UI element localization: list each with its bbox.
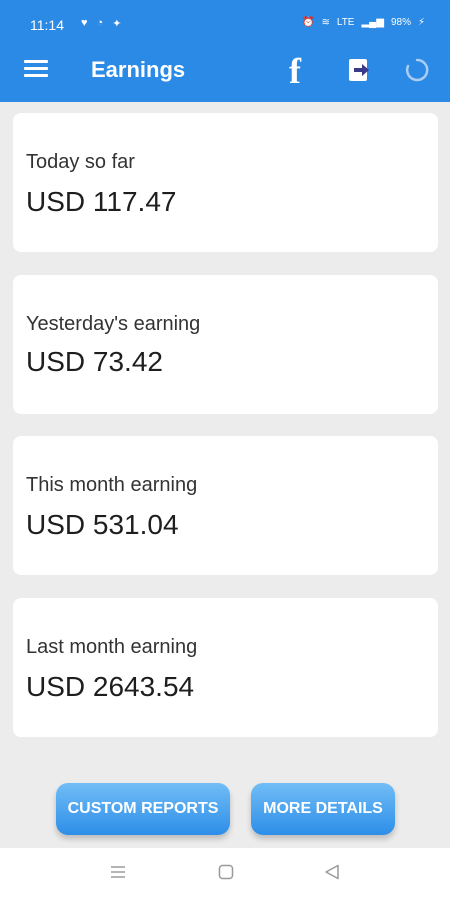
card-label: Today so far: [26, 151, 135, 173]
lte-icon: LTE: [336, 17, 355, 28]
today-card: Today so far USD 117.47: [13, 113, 438, 252]
recent-apps-icon[interactable]: [110, 864, 126, 880]
card-value: USD 117.47: [26, 186, 177, 217]
charging-icon: ⚡: [417, 17, 425, 28]
card-value: USD 73.42: [26, 346, 163, 377]
more-details-button[interactable]: MORE DETAILS: [251, 783, 395, 835]
page-title: Earnings: [91, 57, 186, 82]
card-value: USD 2643.54: [26, 671, 195, 702]
last-month-card: Last month earning USD 2643.54: [13, 598, 438, 737]
card-value: USD 531.04: [26, 509, 179, 540]
app-notification-icon: ◔: [96, 17, 104, 29]
back-icon[interactable]: [324, 864, 340, 880]
system-icons: ⏰ ≋ LTE ▂▄▆ 98% ⚡: [302, 17, 425, 28]
status-bar: 11:14 ♥ ◔ ✦ ⏰ ≋ LTE ▂▄▆ 98% ⚡: [0, 0, 450, 38]
wifi-icon: ≋: [321, 17, 330, 28]
home-icon[interactable]: [218, 864, 234, 880]
custom-reports-button[interactable]: CUSTOM REPORTS: [56, 783, 230, 835]
notification-icons: ♥ ◔ ✦: [81, 17, 121, 30]
alarm-icon: ⏰: [302, 17, 315, 28]
card-label: This month earning: [26, 474, 198, 496]
battery-percent: 98%: [390, 17, 411, 28]
card-label: Yesterday's earning: [26, 313, 201, 335]
system-nav-bar: [0, 848, 450, 900]
status-time: 11:14: [30, 17, 64, 33]
app-bar: Earnings f: [0, 38, 450, 102]
signal-icon: ▂▄▆: [361, 17, 384, 28]
yesterday-card: Yesterday's earning USD 73.42: [13, 275, 438, 414]
heart-notification-icon: ♥: [81, 17, 88, 29]
menu-icon[interactable]: [24, 60, 48, 80]
logout-icon[interactable]: [348, 58, 370, 82]
this-month-card: This month earning USD 531.04: [13, 436, 438, 575]
star-notification-icon: ✦: [112, 18, 122, 30]
facebook-icon[interactable]: f: [289, 50, 301, 92]
refresh-icon[interactable]: [405, 58, 429, 82]
card-label: Last month earning: [26, 636, 198, 658]
